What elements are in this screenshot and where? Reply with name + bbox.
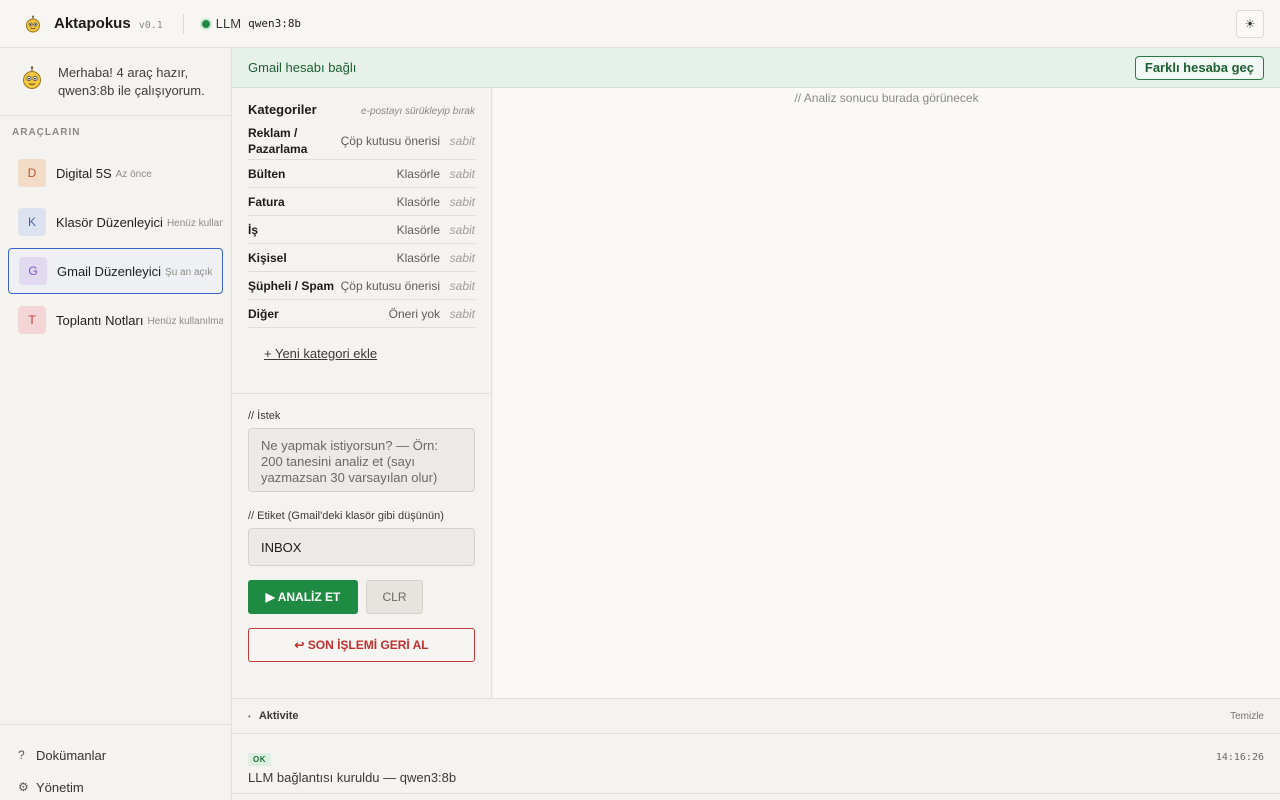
- admin-label: Yönetim: [36, 779, 84, 795]
- greeting: Merhaba! 4 araç hazır, qwen3:8b ile çalı…: [0, 48, 231, 116]
- category-name: Reklam / Pazarlama: [248, 125, 308, 156]
- categories-hint: e-postayı sürükleyip bırak: [361, 106, 475, 117]
- tool-name: Klasör Düzenleyici: [56, 214, 163, 230]
- gear-icon: ⚙: [18, 780, 29, 794]
- category-name: Diğer: [248, 306, 279, 321]
- category-fixed: sabit: [449, 166, 475, 181]
- header-divider: [182, 13, 184, 34]
- tool-status: Henüz kullanılmadı: [166, 217, 223, 229]
- category-action: Çöp kutusu önerisi: [340, 133, 440, 148]
- category-name: Şüpheli / Spam: [248, 278, 335, 293]
- docs-link[interactable]: ? Dokümanlar: [0, 739, 231, 771]
- tag-label: // Etiket (Gmail'deki klasör gibi düşünü…: [248, 510, 444, 522]
- clear-activity-link[interactable]: Temizle: [1230, 711, 1264, 722]
- tool-status: Henüz kullanılmadı: [147, 315, 223, 327]
- tool-item-klasor-duzenleyici[interactable]: K Klasör Düzenleyici Henüz kullanılmadı: [8, 199, 223, 245]
- banner-text: Gmail hesabı bağlı: [248, 60, 357, 75]
- categories-header: Kategoriler e-postayı sürükleyip bırak: [232, 88, 491, 122]
- category-row[interactable]: Fatura Klasörle sabit: [248, 188, 475, 216]
- category-fixed: sabit: [449, 306, 475, 321]
- tools-section-title: ARAÇLARIN: [12, 127, 81, 138]
- tool-name: Toplantı Notları: [56, 312, 144, 328]
- category-action: Öneri yok: [388, 306, 440, 321]
- request-input[interactable]: Ne yapmak istiyorsun? — Örn: 200 tanesin…: [248, 428, 475, 492]
- help-icon: ?: [18, 748, 25, 762]
- clear-button[interactable]: CLR: [366, 580, 423, 614]
- category-row[interactable]: İş Klasörle sabit: [248, 216, 475, 244]
- categories-title: Kategoriler: [248, 102, 317, 117]
- category-fixed: sabit: [449, 278, 475, 293]
- activity-log-entry: OK 14:16:26 LLM bağlantısı kuruldu — qwe…: [232, 734, 1280, 794]
- sidebar-footer: ? Dokümanlar ⚙ Yönetim: [0, 724, 231, 800]
- app-version: v0.1: [138, 19, 163, 31]
- sidebar: Merhaba! 4 araç hazır, qwen3:8b ile çalı…: [0, 48, 232, 800]
- category-action: Klasörle: [396, 250, 440, 265]
- tag-input[interactable]: INBOX: [248, 528, 475, 566]
- greeting-text: Merhaba! 4 araç hazır, qwen3:8b ile çalı…: [58, 65, 205, 98]
- tool-badge: T: [18, 306, 46, 334]
- category-action: Çöp kutusu önerisi: [340, 278, 440, 293]
- result-placeholder: // Analiz sonucu burada görünecek: [794, 91, 979, 105]
- tool-name: Digital 5S: [56, 165, 112, 181]
- category-fixed: sabit: [449, 250, 475, 265]
- category-row[interactable]: Şüpheli / Spam Çöp kutusu önerisi sabit: [248, 272, 475, 300]
- llm-status-dot: [201, 19, 210, 28]
- category-fixed: sabit: [449, 133, 475, 148]
- category-row[interactable]: Diğer Öneri yok sabit: [248, 300, 475, 328]
- tool-status: Az önce: [115, 168, 152, 180]
- tool-item-toplanti-notlari[interactable]: T Toplantı Notları Henüz kullanılmadı: [8, 297, 223, 343]
- activity-title: Aktivite: [258, 710, 299, 722]
- tool-name: Gmail Düzenleyici: [57, 263, 162, 279]
- activity-header[interactable]: • Aktivite Temizle: [232, 698, 1280, 734]
- robot-avatar-icon: [22, 66, 42, 90]
- admin-link[interactable]: ⚙ Yönetim: [0, 771, 231, 800]
- robot-logo-icon: [24, 15, 42, 33]
- llm-model: qwen3:8b: [248, 17, 302, 30]
- status-badge: OK: [248, 753, 271, 766]
- tool-item-gmail-duzenleyici[interactable]: G Gmail Düzenleyici Şu an açık: [8, 248, 223, 294]
- category-name: İş: [248, 222, 259, 237]
- category-name: Kişisel: [248, 250, 287, 265]
- theme-toggle-button[interactable]: ☀: [1236, 9, 1264, 38]
- switch-account-button[interactable]: Farklı hesaba geç: [1134, 55, 1264, 80]
- log-timestamp: 14:16:26: [1215, 752, 1264, 763]
- tool-status: Şu an açık: [165, 266, 213, 278]
- tool-badge: G: [19, 257, 47, 285]
- tool-badge: D: [18, 159, 46, 187]
- top-bar: Aktapokus v0.1 LLM qwen3:8b ☀: [0, 0, 1280, 48]
- category-fixed: sabit: [449, 222, 475, 237]
- analyze-button[interactable]: ▶ ANALİZ ET: [248, 580, 358, 614]
- llm-label: LLM: [215, 16, 242, 31]
- category-row[interactable]: Kişisel Klasörle sabit: [248, 244, 475, 272]
- category-action: Klasörle: [396, 194, 440, 209]
- request-section: // İstek Ne yapmak istiyorsun? — Örn: 20…: [232, 393, 491, 698]
- bullet-icon: •: [248, 711, 251, 721]
- tool-item-digital-5s[interactable]: D Digital 5S Az önce: [8, 150, 223, 196]
- category-name: Fatura: [248, 194, 285, 209]
- log-message: LLM bağlantısı kuruldu — qwen3:8b: [248, 770, 457, 785]
- category-list: Reklam / Pazarlama Çöp kutusu önerisi sa…: [232, 122, 491, 328]
- tool-list: D Digital 5S Az önce K Klasör Düzenleyic…: [0, 150, 231, 343]
- gmail-connected-banner: Gmail hesabı bağlı Farklı hesaba geç: [232, 48, 1280, 88]
- request-label: // İstek: [248, 410, 281, 422]
- tool-badge: K: [18, 208, 46, 236]
- sun-icon: ☀: [1244, 16, 1256, 31]
- category-row[interactable]: Reklam / Pazarlama Çöp kutusu önerisi sa…: [248, 122, 475, 160]
- category-name: Bülten: [248, 166, 286, 181]
- add-category-link[interactable]: + Yeni kategori ekle: [264, 346, 491, 361]
- action-buttons: ▶ ANALİZ ET CLR: [248, 580, 475, 614]
- categories-panel: Kategoriler e-postayı sürükleyip bırak R…: [232, 88, 492, 698]
- category-fixed: sabit: [449, 194, 475, 209]
- docs-label: Dokümanlar: [36, 747, 107, 763]
- undo-last-action-button[interactable]: ↩ SON İŞLEMİ GERİ AL: [248, 628, 475, 662]
- category-action: Klasörle: [396, 166, 440, 181]
- category-row[interactable]: Bülten Klasörle sabit: [248, 160, 475, 188]
- app-title: Aktapokus: [54, 15, 131, 32]
- category-action: Klasörle: [396, 222, 440, 237]
- result-panel: // Analiz sonucu burada görünecek: [493, 88, 1280, 698]
